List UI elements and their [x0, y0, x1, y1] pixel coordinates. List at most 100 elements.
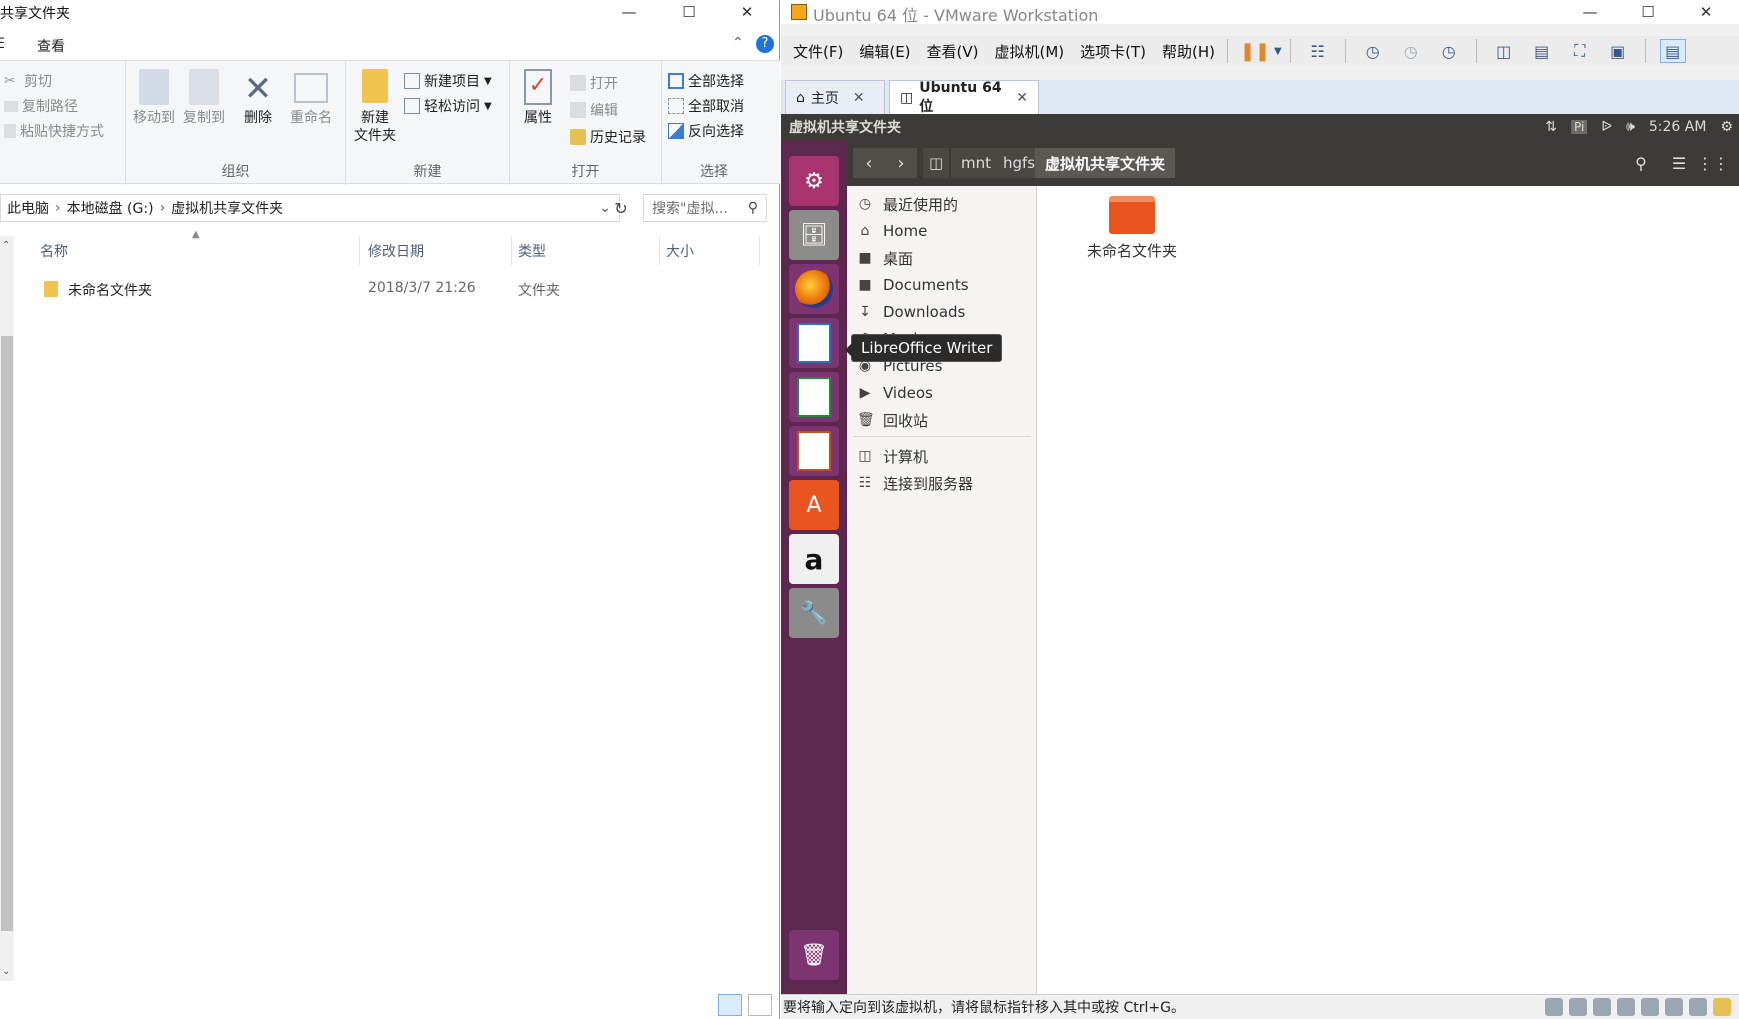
sidebar-item-downloads[interactable]: ↧ Downloads: [857, 300, 965, 324]
vm-close-button[interactable]: ✕: [1677, 0, 1735, 24]
network-icon[interactable]: ⇅: [1545, 119, 1557, 135]
address-bar[interactable]: 此电脑 › 本地磁盘 (G:) › 虚拟机共享文件夹 ⌄: [0, 194, 620, 222]
rename-button[interactable]: 重命名: [286, 69, 336, 127]
volume-icon[interactable]: 🕪: [1626, 119, 1635, 135]
column-header-name[interactable]: 名称: [34, 236, 360, 266]
select-all-button[interactable]: 全部选择: [668, 71, 744, 91]
snapshot-manager-icon[interactable]: ◷: [1436, 39, 1462, 63]
tab-file[interactable]: E: [0, 36, 5, 52]
close-tab-icon[interactable]: ✕: [853, 90, 865, 106]
clock[interactable]: 5:26 AM: [1649, 119, 1707, 135]
fullscreen-icon[interactable]: ⛶: [1567, 39, 1593, 63]
breadcrumb-root-icon[interactable]: ◫: [923, 148, 949, 178]
pause-icon[interactable]: ❚❚: [1240, 39, 1270, 63]
network-adapter-icon[interactable]: [1593, 998, 1611, 1016]
table-row[interactable]: 未命名文件夹 2018/3/7 21:26 文件夹: [0, 276, 760, 302]
properties-button[interactable]: ✓ 属性: [518, 69, 558, 127]
keyboard-indicator[interactable]: Pi: [1570, 120, 1588, 134]
new-folder-button[interactable]: 新建 文件夹: [352, 69, 398, 145]
paste-shortcut-button[interactable]: 粘贴快捷方式: [4, 121, 104, 141]
menu-edit[interactable]: 编辑(E): [859, 41, 910, 62]
menu-vm[interactable]: 虚拟机(M): [995, 41, 1065, 62]
column-header-modified[interactable]: 修改日期: [362, 236, 512, 266]
snapshot-revert-icon[interactable]: ◷: [1398, 39, 1424, 63]
tab-home[interactable]: ⌂ 主页 ✕: [785, 80, 885, 114]
search-input[interactable]: 搜索"虚拟... ⚲: [643, 194, 767, 222]
edit-button[interactable]: 编辑: [570, 100, 618, 120]
back-arrow-icon[interactable]: ‹: [853, 148, 885, 178]
scroll-up-arrow-icon[interactable]: ⌃: [2, 240, 10, 251]
copy-path-button[interactable]: 复制路径: [4, 96, 78, 116]
unity-icon[interactable]: ▣: [1605, 39, 1631, 63]
settings-gear-icon[interactable]: ⚙: [1720, 119, 1733, 135]
select-none-button[interactable]: 全部取消: [668, 96, 744, 116]
hard-disk-icon[interactable]: [1545, 998, 1563, 1016]
invert-selection-button[interactable]: 反向选择: [668, 121, 744, 141]
libreoffice-writer-icon[interactable]: [789, 318, 839, 368]
search-icon[interactable]: ⚲: [1625, 148, 1657, 178]
scroll-down-arrow-icon[interactable]: ⌄: [2, 966, 10, 977]
details-view-icon[interactable]: [718, 994, 742, 1016]
help-icon[interactable]: ?: [756, 35, 774, 53]
ubuntu-dash-icon[interactable]: ⚙: [789, 156, 839, 206]
new-item-button[interactable]: 新建项目 ▼: [404, 71, 492, 91]
files-app-icon[interactable]: 🗄: [789, 210, 839, 260]
sidebar-item-recent[interactable]: ◷ 最近使用的: [857, 192, 958, 216]
refresh-icon[interactable]: ↻: [606, 194, 636, 222]
breadcrumb-current[interactable]: 虚拟机共享文件夹: [1035, 148, 1176, 178]
breadcrumb-this-pc[interactable]: 此电脑: [7, 198, 49, 218]
cut-button[interactable]: ✂ 剪切: [4, 71, 52, 91]
printer-icon[interactable]: [1641, 998, 1659, 1016]
vm-maximize-button[interactable]: ☐: [1619, 0, 1677, 24]
vm-minimize-button[interactable]: —: [1561, 0, 1619, 24]
scrollbar-thumb[interactable]: [1, 336, 13, 931]
vertical-scrollbar[interactable]: ⌃ ⌄: [0, 236, 14, 981]
move-to-button[interactable]: 移动到: [132, 69, 176, 127]
sidebar-item-documents[interactable]: ■ Documents: [857, 273, 968, 297]
sidebar-item-videos[interactable]: ▶ Videos: [857, 381, 933, 405]
delete-button[interactable]: ✕ 删除: [238, 69, 278, 127]
amazon-icon[interactable]: a: [789, 534, 839, 584]
menu-file[interactable]: 文件(F): [793, 41, 843, 62]
vm-guest-display[interactable]: 虚拟机共享文件夹 ⇅ Pi ᐉ 🕪 5:26 AM ⚙ ⚙ 🗄 A a 🔧 🗑 …: [781, 114, 1739, 994]
menu-help[interactable]: 帮助(H): [1162, 41, 1215, 62]
tab-ubuntu[interactable]: ◫ Ubuntu 64 位 ✕: [889, 80, 1039, 115]
system-settings-icon[interactable]: 🔧: [789, 588, 839, 638]
maximize-button[interactable]: ☐: [660, 0, 718, 24]
folder-item[interactable]: 未命名文件夹: [1077, 196, 1187, 261]
sidebar-item-trash[interactable]: 🗑 回收站: [857, 408, 928, 432]
history-button[interactable]: 历史记录: [570, 127, 646, 147]
libreoffice-impress-icon[interactable]: [789, 426, 839, 476]
cd-drive-icon[interactable]: [1569, 998, 1587, 1016]
column-header-size[interactable]: 大小: [660, 236, 760, 266]
sidebar-item-connect-server[interactable]: ☷ 连接到服务器: [857, 471, 973, 495]
copy-to-button[interactable]: 复制到: [182, 69, 226, 127]
collapse-ribbon-icon[interactable]: ⌃: [732, 35, 744, 51]
grid-view-icon[interactable]: ⋮⋮: [1697, 148, 1729, 178]
menu-tabs[interactable]: 选项卡(T): [1080, 41, 1146, 62]
minimize-button[interactable]: —: [600, 0, 658, 24]
tab-view[interactable]: 查看: [37, 36, 65, 56]
forward-arrow-icon[interactable]: ›: [885, 148, 917, 178]
breadcrumb-shared-folder[interactable]: 虚拟机共享文件夹: [171, 198, 283, 218]
close-tab-icon[interactable]: ✕: [1016, 90, 1028, 106]
firefox-icon[interactable]: [789, 264, 839, 314]
console-view-icon[interactable]: ▤: [1659, 39, 1686, 63]
thumbnail-bar-icon[interactable]: ▤: [1529, 39, 1555, 63]
close-button[interactable]: ✕: [718, 0, 776, 24]
sidebar-item-home[interactable]: ⌂ Home: [857, 219, 928, 243]
usb-icon[interactable]: [1617, 998, 1635, 1016]
software-center-icon[interactable]: A: [789, 480, 839, 530]
sound-card-icon[interactable]: [1665, 998, 1683, 1016]
sidebar-item-computer[interactable]: ◫ 计算机: [857, 444, 928, 468]
column-header-type[interactable]: 类型: [512, 236, 660, 266]
sidebar-toggle-icon[interactable]: ◫: [1491, 39, 1517, 63]
message-log-icon[interactable]: [1713, 998, 1731, 1016]
bluetooth-icon[interactable]: ᐉ: [1601, 119, 1612, 135]
trash-bin-icon[interactable]: 🗑: [789, 930, 839, 980]
breadcrumb-drive-g[interactable]: 本地磁盘 (G:): [67, 198, 154, 218]
easy-access-button[interactable]: 轻松访问 ▼: [404, 96, 492, 116]
libreoffice-calc-icon[interactable]: [789, 372, 839, 422]
menu-view[interactable]: 查看(V): [927, 41, 979, 62]
sidebar-item-desktop[interactable]: ■ 桌面: [857, 246, 913, 270]
